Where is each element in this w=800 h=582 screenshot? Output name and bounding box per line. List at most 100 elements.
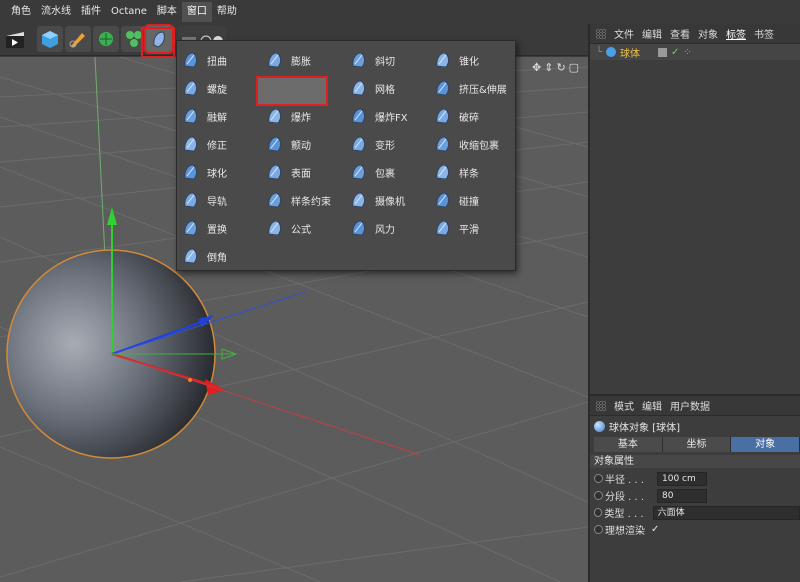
- deformer-taper[interactable]: 锥化: [433, 47, 479, 73]
- deformer-formula[interactable]: 公式: [265, 215, 311, 241]
- objects-menu-4[interactable]: 标签: [726, 26, 746, 41]
- subtab-1[interactable]: 坐标: [662, 437, 732, 452]
- pen-spline-button[interactable]: [65, 26, 91, 52]
- rotate-view-icon[interactable]: ↻: [556, 61, 565, 74]
- render-clapper-icon[interactable]: [2, 26, 28, 52]
- layer-icon[interactable]: [658, 47, 668, 57]
- animate-radio[interactable]: [594, 525, 603, 534]
- deformer-label: 挤压&伸展: [459, 84, 507, 96]
- cube-object-button[interactable]: [37, 26, 63, 52]
- deformer-label: 样条: [459, 168, 479, 180]
- deformer-rail[interactable]: 导轨: [181, 187, 227, 213]
- subtab-2[interactable]: 对象: [731, 437, 800, 452]
- grip-icon[interactable]: [596, 400, 606, 411]
- deformer-displacer[interactable]: 置换: [181, 215, 227, 241]
- attributes-menu-2[interactable]: 用户数据: [670, 398, 710, 413]
- deformer-shear[interactable]: 斜切: [349, 47, 395, 73]
- attributes-manager-menu: 模式 编辑 用户数据: [590, 396, 800, 416]
- menu-4[interactable]: 脚本: [152, 2, 182, 22]
- deformer-bevel[interactable]: 倒角: [181, 243, 227, 269]
- deformer-collision[interactable]: 碰撞: [433, 187, 479, 213]
- menu-2[interactable]: 插件: [76, 2, 106, 22]
- deformer-morph[interactable]: 变形: [349, 131, 395, 157]
- attribute-subtabs: 基本 坐标 对象: [594, 437, 800, 452]
- view-nav-icons[interactable]: ✥ ⇕ ↻ ▢: [532, 61, 579, 74]
- deformer-bulge[interactable]: 膨胀: [265, 47, 311, 73]
- deformer-label: 样条约束: [291, 196, 331, 208]
- formula-icon: [265, 218, 285, 238]
- deformer-label: 碰撞: [459, 196, 479, 208]
- objects-menu-0[interactable]: 文件: [614, 26, 634, 41]
- tag-icon[interactable]: ⁘: [683, 47, 691, 58]
- deformer-shatter[interactable]: 破碎: [433, 103, 479, 129]
- deformer-wind[interactable]: 风力: [349, 215, 395, 241]
- deformer-mesh[interactable]: 网格: [349, 75, 395, 101]
- deformer-spherify[interactable]: 球化: [181, 159, 227, 185]
- menu-0[interactable]: 角色: [6, 2, 36, 22]
- object-row[interactable]: └ 球体 ✓ ⁘: [590, 44, 800, 60]
- smoothing-icon: [433, 218, 453, 238]
- enabled-check-icon[interactable]: ✓: [671, 47, 679, 58]
- object-name[interactable]: 球体: [620, 45, 640, 60]
- deformer-twist[interactable]: 螺旋: [181, 75, 227, 101]
- twist-icon: [181, 78, 201, 98]
- attribute-field[interactable]: 80: [657, 488, 707, 503]
- deformer-camera[interactable]: 摄像机: [349, 187, 405, 213]
- animate-radio[interactable]: [594, 508, 603, 517]
- animate-radio[interactable]: [594, 491, 603, 500]
- maximize-view-icon[interactable]: ▢: [569, 61, 579, 74]
- rail-icon: [181, 190, 201, 210]
- displacer-icon: [181, 218, 201, 238]
- deformer-label: 导轨: [207, 196, 227, 208]
- menu-6[interactable]: 帮助: [212, 2, 242, 22]
- deformer-label: 颤动: [291, 140, 311, 152]
- section-title: 对象属性: [590, 455, 800, 468]
- shrink-wrap-icon: [433, 134, 453, 154]
- attributes-menu-0[interactable]: 模式: [614, 398, 634, 413]
- animate-radio[interactable]: [594, 474, 603, 483]
- grip-icon[interactable]: [596, 28, 606, 39]
- menu-3[interactable]: Octane: [106, 2, 152, 22]
- objects-menu-2[interactable]: 查看: [670, 26, 690, 41]
- menu-5[interactable]: 窗口: [181, 2, 212, 22]
- deformer-bend[interactable]: 扭曲: [181, 47, 227, 73]
- deformer-smoothing[interactable]: 平滑: [433, 215, 479, 241]
- deformer-label: 扭曲: [207, 56, 227, 68]
- deformer-jiggle[interactable]: 颤动: [265, 131, 311, 157]
- collision-icon: [433, 190, 453, 210]
- deformer-label: 摄像机: [375, 196, 405, 208]
- deformer-spline-wrap[interactable]: 样条约束: [265, 187, 331, 213]
- deformer-surface[interactable]: 表面: [265, 159, 311, 185]
- deformer-squash-stretch[interactable]: 挤压&伸展: [433, 75, 507, 101]
- move-view-icon[interactable]: ✥: [532, 61, 541, 74]
- attributes-menu-1[interactable]: 编辑: [642, 398, 662, 413]
- attribute-row: 理想渲染 ✓: [594, 521, 800, 538]
- deformer-spline[interactable]: 样条: [433, 159, 479, 185]
- right-panel: 文件 编辑 查看 对象 标签 书签 └ 球体 ✓ ⁘ 模式 编辑 用户数据 球体对象 [球体]…: [588, 24, 800, 582]
- type-select[interactable]: 六面体: [652, 505, 800, 520]
- objects-menu-1[interactable]: 编辑: [642, 26, 662, 41]
- deformer-explosion-fx[interactable]: 爆炸FX: [349, 103, 408, 129]
- ideal-render-checkbox[interactable]: ✓: [651, 524, 659, 535]
- objects-menu-3[interactable]: 对象: [698, 26, 718, 41]
- attribute-field[interactable]: 100 cm: [657, 471, 707, 486]
- shear-icon: [349, 50, 369, 70]
- zoom-view-icon[interactable]: ⇕: [544, 61, 553, 74]
- bevel-icon: [181, 246, 201, 266]
- deformer-correction[interactable]: 修正: [181, 131, 227, 157]
- deformer-label: 倒角: [207, 252, 227, 264]
- jiggle-icon: [265, 134, 285, 154]
- spline-icon: [433, 162, 453, 182]
- deformer-explosion[interactable]: 爆炸: [265, 103, 311, 129]
- deformer-melt[interactable]: 融解: [181, 103, 227, 129]
- deformer-popup-menu: 扭曲螺旋融解修正球化导轨置换倒角膨胀FFD爆炸颤动表面样条约束公式斜切网格爆炸F…: [176, 40, 516, 271]
- sphere-icon: [594, 420, 605, 432]
- objects-menu-5[interactable]: 书签: [754, 26, 774, 41]
- subdivision-button[interactable]: [93, 26, 119, 52]
- menu-1[interactable]: 流水线: [36, 2, 76, 22]
- subtab-0[interactable]: 基本: [594, 437, 663, 452]
- selected-deformer-highlight: [141, 27, 175, 58]
- deformer-wrap[interactable]: 包裹: [349, 159, 395, 185]
- deformer-shrink-wrap[interactable]: 收缩包裹: [433, 131, 499, 157]
- deformer-label: 修正: [207, 140, 227, 152]
